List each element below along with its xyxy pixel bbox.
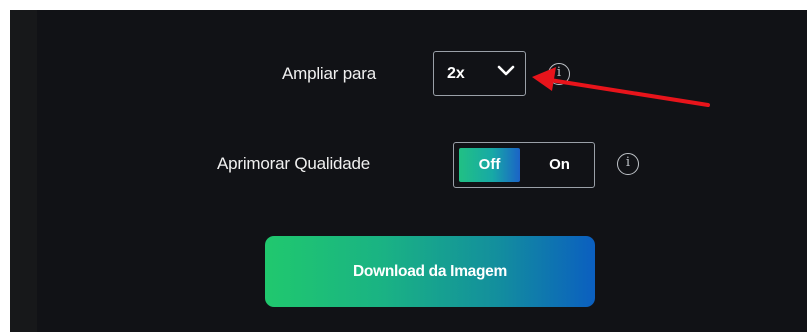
quality-toggle: Off On xyxy=(453,142,595,188)
chevron-down-icon xyxy=(497,65,515,76)
screen: Ampliar para 2x i Aprimorar Qualidade Of… xyxy=(0,0,807,332)
scale-select[interactable]: 2x xyxy=(433,51,526,96)
quality-label: Aprimorar Qualidade xyxy=(217,154,371,173)
left-sidebar-strip xyxy=(10,10,37,332)
outer-margin xyxy=(0,0,10,332)
scale-select-value: 2x xyxy=(447,65,465,82)
red-arrow-annotation-icon xyxy=(532,67,710,107)
quality-on-option[interactable]: On xyxy=(529,148,590,182)
scale-label: Ampliar para xyxy=(282,64,376,83)
quality-off-option[interactable]: Off xyxy=(459,148,520,182)
download-image-button[interactable]: Download da Imagem xyxy=(265,236,595,307)
info-icon[interactable]: i xyxy=(617,153,639,175)
